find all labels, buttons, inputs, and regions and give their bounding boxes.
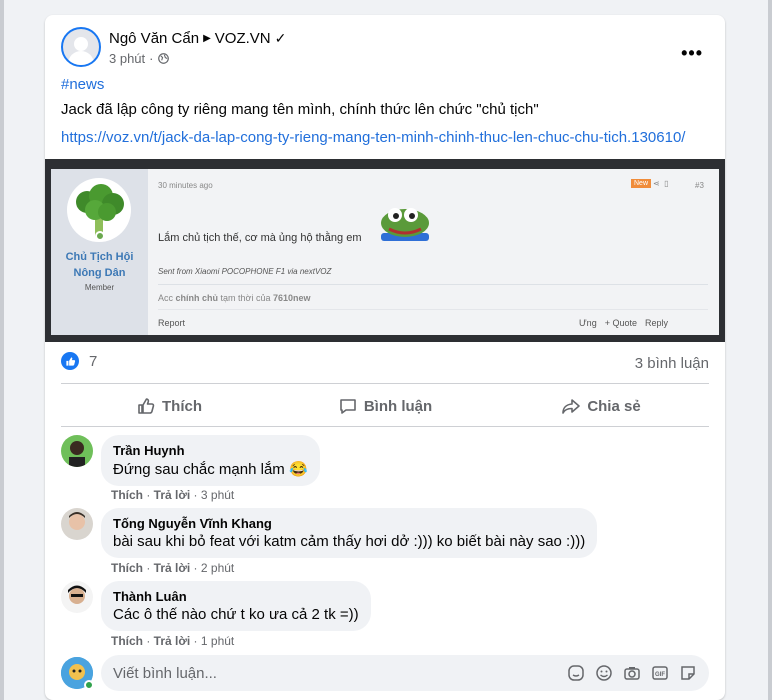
comment-bubble: Trần Huynh Đứng sau chắc mạnh lắm 😂 <box>101 435 320 486</box>
comment-meta: Thích · Trả lời · 2 phút <box>111 561 235 575</box>
post-header: Ngô Văn Cẩn ▶ VOZ.VN ✓ 3 phút · <box>61 27 286 67</box>
commenter-avatar[interactable] <box>61 581 93 613</box>
post-actions: Thích Bình luận Chia sẻ <box>61 390 709 422</box>
reactions-summary[interactable]: 7 <box>61 352 97 370</box>
right-scroll-track[interactable] <box>768 0 772 700</box>
account-note: Acc chính chủ tạm thời của 7610new <box>158 293 311 303</box>
reaction-count[interactable]: 7 <box>89 353 97 370</box>
comment-meta: Thích · Trả lời · 3 phút <box>111 488 235 502</box>
forum-user-role: Member <box>84 283 115 292</box>
post-time[interactable]: 3 phút <box>109 51 145 66</box>
comment-count[interactable]: 3 bình luận <box>635 355 709 372</box>
share-icon <box>562 399 581 414</box>
comment-input-icons: GIF <box>567 664 709 682</box>
comment-like-link[interactable]: Thích <box>111 561 143 575</box>
arrow-right-icon: ▶ <box>203 32 211 44</box>
page-name[interactable]: VOZ.VN <box>215 30 271 47</box>
gif-icon[interactable]: GIF <box>651 664 669 682</box>
thumbs-up-icon <box>138 398 155 414</box>
forum-user-panel: Chủ Tịch Hội Nông Dân Member <box>51 169 148 335</box>
comment-time[interactable]: 1 phút <box>201 634 234 648</box>
share-button[interactable]: Chia sẻ <box>493 390 709 422</box>
post-image[interactable]: Chủ Tịch Hội Nông Dân Member 30 minutes … <box>45 159 725 342</box>
divider-bottom <box>61 426 709 427</box>
share-bookmark-icons: ⋖ ▯ <box>653 179 669 188</box>
camera-icon[interactable] <box>623 664 641 682</box>
comment-text: Đứng sau chắc mạnh lắm 😂 <box>113 461 308 478</box>
forum-reply: Reply <box>644 318 668 328</box>
comment-bubble: Tống Nguyễn Vĩnh Khang bài sau khi bỏ fe… <box>101 508 598 558</box>
forum-user-name: Chủ Tịch Hội Nông Dân <box>65 251 134 279</box>
comment-like-link[interactable]: Thích <box>111 634 143 648</box>
verified-icon: ✓ <box>274 29 287 46</box>
comment-placeholder: Viết bình luận... <box>113 664 217 682</box>
sticker-icon[interactable] <box>679 664 697 682</box>
commenter-name[interactable]: Thành Luân <box>113 589 359 604</box>
commenter-name[interactable]: Trần Huynh <box>113 443 308 458</box>
comment-meta: Thích · Trả lời · 1 phút <box>111 634 235 648</box>
comment-reply-link[interactable]: Trả lời <box>154 561 191 575</box>
forum-actions: Ưng + Quote Reply <box>579 318 668 328</box>
new-badge: New <box>631 179 652 188</box>
emoji-icon[interactable] <box>595 664 613 682</box>
comment-item: Thành Luân Các ô thế nào chứ t ko ưa cả … <box>61 581 371 631</box>
commenter-avatar[interactable] <box>61 508 93 540</box>
comment-text: bài sau khi bỏ feat với katm cảm thấy hơ… <box>113 533 586 550</box>
left-scroll-track <box>0 0 4 700</box>
commenter-avatar[interactable] <box>61 435 93 467</box>
separator-dot: · <box>149 51 154 66</box>
like-reaction-icon <box>61 352 79 370</box>
comment-input[interactable]: Viết bình luận... GIF <box>101 655 709 691</box>
member-badge-icon <box>95 231 105 241</box>
my-avatar[interactable] <box>61 657 94 690</box>
post-card: Ngô Văn Cẩn ▶ VOZ.VN ✓ 3 phút · ••• #new… <box>45 15 725 700</box>
comment-button[interactable]: Bình luận <box>277 390 493 422</box>
comment-time[interactable]: 3 phút <box>201 488 234 502</box>
write-comment-row: Viết bình luận... GIF <box>61 655 709 691</box>
report-link: Report <box>158 318 186 328</box>
comment-item: Tống Nguyễn Vĩnh Khang bài sau khi bỏ fe… <box>61 508 598 558</box>
divider-top <box>61 383 709 384</box>
comment-item: Trần Huynh Đứng sau chắc mạnh lắm 😂 <box>61 435 320 486</box>
more-options-icon[interactable]: ••• <box>681 43 703 64</box>
comment-icon <box>340 399 356 414</box>
post-text: Jack đã lập công ty riêng mang tên mình,… <box>61 101 539 118</box>
online-status-dot <box>84 680 94 690</box>
forum-quote: + Quote <box>604 318 637 328</box>
comment-text: Các ô thế nào chứ t ko ưa cả 2 tk =)) <box>113 606 359 623</box>
forum-screenshot: Chủ Tịch Hội Nông Dân Member 30 minutes … <box>51 169 719 335</box>
globe-icon <box>157 53 169 64</box>
forum-message: Lắm chủ tịch thế, cơ mà ủng hộ thằng em <box>158 232 362 244</box>
forum-divider-2 <box>158 309 708 310</box>
author-name[interactable]: Ngô Văn Cẩn <box>109 30 199 47</box>
comment-time[interactable]: 2 phút <box>201 561 234 575</box>
pepe-frog-icon <box>381 208 429 241</box>
forum-post-time: 30 minutes ago <box>158 181 213 190</box>
like-button[interactable]: Thích <box>61 390 277 422</box>
forum-post-number: #3 <box>695 181 704 190</box>
comment-reply-link[interactable]: Trả lời <box>154 634 191 648</box>
commenter-name[interactable]: Tống Nguyễn Vĩnh Khang <box>113 516 585 531</box>
comment-like-link[interactable]: Thích <box>111 488 143 502</box>
avatar-sticker-icon[interactable] <box>567 664 585 682</box>
forum-divider <box>158 284 708 285</box>
comment-reply-link[interactable]: Trả lời <box>154 488 191 502</box>
forum-like: Ưng <box>579 318 597 328</box>
hashtag-link[interactable]: #news <box>61 76 104 93</box>
post-url-link[interactable]: https://voz.vn/t/jack-da-lap-cong-ty-rie… <box>61 129 685 146</box>
author-avatar[interactable] <box>61 27 101 67</box>
sent-from-note: Sent from Xiaomi POCOPHONE F1 via nextVO… <box>158 267 332 276</box>
comment-bubble: Thành Luân Các ô thế nào chứ t ko ưa cả … <box>101 581 371 631</box>
svg-text:GIF: GIF <box>655 672 665 678</box>
